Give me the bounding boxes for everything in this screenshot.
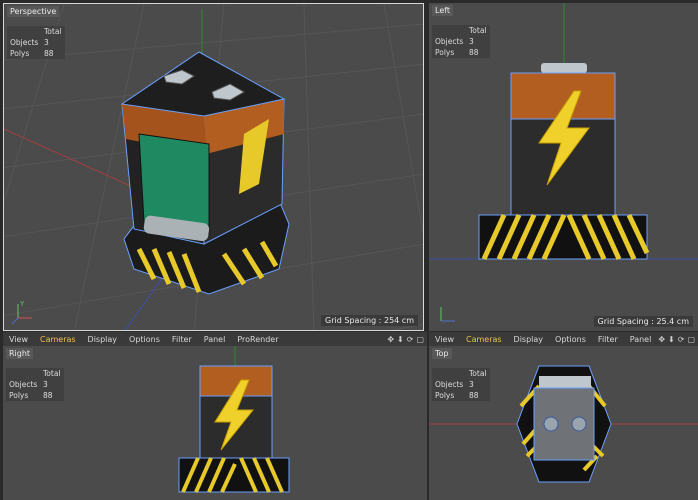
- viewport-name: Perspective: [7, 6, 60, 17]
- move-icon[interactable]: ✥: [658, 335, 665, 344]
- menu-prorender[interactable]: ProRender: [231, 335, 284, 344]
- right-scene: [178, 346, 290, 493]
- menu-view[interactable]: View: [3, 335, 34, 344]
- maximize-icon[interactable]: ▢: [416, 335, 424, 344]
- menu-panel[interactable]: Panel: [624, 335, 658, 344]
- maximize-icon[interactable]: ▢: [687, 335, 695, 344]
- hud-polys: 88: [44, 49, 54, 58]
- hud-polys: 88: [43, 391, 53, 400]
- viewport-left[interactable]: Left Total Objects 3 Polys 88 Grid Spacing…: [429, 3, 698, 331]
- grid-spacing: Grid Spacing : 25.4 cm: [593, 316, 693, 327]
- rotate-icon[interactable]: ⟳: [407, 335, 414, 344]
- menu-cameras[interactable]: Cameras: [34, 335, 82, 344]
- hud-objects-label: Objects: [435, 380, 464, 389]
- hud-total: Total: [469, 369, 487, 378]
- hud-polys-label: Polys: [435, 391, 455, 400]
- menu-display[interactable]: Display: [508, 335, 550, 344]
- stats-hud: Total Objects 3 Polys 88: [432, 368, 490, 401]
- stats-hud: Total Objects 3 Polys 88: [432, 25, 490, 58]
- hud-polys-label: Polys: [10, 49, 30, 58]
- down-arrow-icon[interactable]: ⬇: [397, 335, 404, 344]
- menu-options[interactable]: Options: [123, 335, 166, 344]
- axis-y: Y: [19, 300, 25, 308]
- hud-polys-label: Polys: [435, 48, 455, 57]
- move-icon[interactable]: ✥: [387, 335, 394, 344]
- hud-polys-label: Polys: [9, 391, 29, 400]
- viewport-menubar-top: View Cameras Display Options Filter Pane…: [429, 332, 698, 346]
- hud-objects-label: Objects: [10, 38, 39, 47]
- viewport-top[interactable]: Top Total Objects 3 Polys 88: [429, 346, 698, 500]
- viewport-name: Top: [432, 348, 452, 359]
- down-arrow-icon[interactable]: ⬇: [668, 335, 675, 344]
- hud-objects: 3: [43, 380, 48, 389]
- hud-polys: 88: [469, 48, 479, 57]
- menu-options[interactable]: Options: [549, 335, 592, 344]
- hud-objects: 3: [469, 380, 474, 389]
- stats-hud: Total Objects 3 Polys 88: [6, 368, 64, 401]
- menu-display[interactable]: Display: [82, 335, 124, 344]
- grid-spacing: Grid Spacing : 254 cm: [321, 315, 418, 326]
- hud-objects-label: Objects: [9, 380, 38, 389]
- menu-cameras[interactable]: Cameras: [460, 335, 508, 344]
- menu-filter[interactable]: Filter: [592, 335, 624, 344]
- viewport-name: Right: [6, 348, 34, 359]
- viewport-right[interactable]: Right Total Objects 3 Polys 88: [3, 346, 427, 500]
- hud-objects-label: Objects: [435, 37, 464, 46]
- hud-total: Total: [43, 369, 61, 378]
- menu-panel[interactable]: Panel: [198, 335, 232, 344]
- viewport-menubar-right: View Cameras Display Options Filter Pane…: [3, 332, 427, 346]
- stats-hud: Total Objects 3 Polys 88: [7, 26, 65, 59]
- rotate-icon[interactable]: ⟳: [678, 335, 685, 344]
- axis-gizmo-icon: [440, 307, 455, 322]
- hud-polys: 88: [469, 391, 479, 400]
- perspective-scene: [4, 4, 423, 330]
- viewport-name: Left: [432, 5, 454, 16]
- viewport-perspective[interactable]: Perspective Total Objects 3 Polys 88 Grid …: [3, 3, 424, 331]
- hud-objects: 3: [44, 38, 49, 47]
- axis-gizmo-icon: Y: [11, 300, 32, 325]
- hud-objects: 3: [469, 37, 474, 46]
- hud-total: Total: [44, 27, 62, 36]
- menu-filter[interactable]: Filter: [166, 335, 198, 344]
- menu-view[interactable]: View: [429, 335, 460, 344]
- hud-total: Total: [469, 26, 487, 35]
